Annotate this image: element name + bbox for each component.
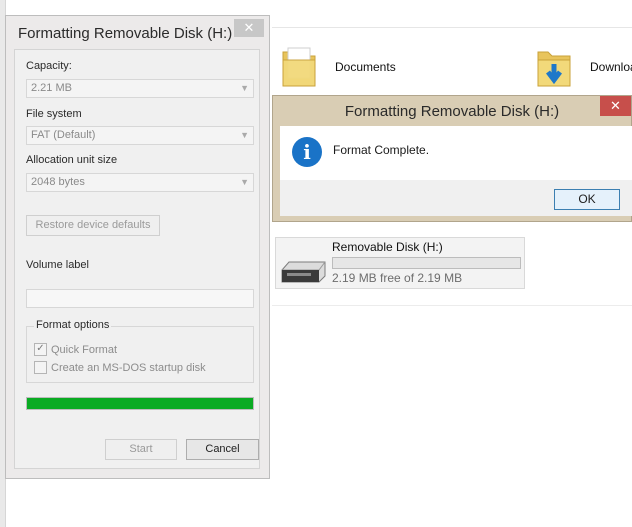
msdos-startup-label: Create an MS-DOS startup disk	[51, 361, 206, 374]
divider	[272, 27, 632, 28]
divider	[272, 305, 632, 306]
close-button[interactable]: ✕	[234, 19, 264, 37]
allocation-label: Allocation unit size	[26, 154, 118, 166]
filesystem-value: FAT (Default)	[31, 129, 96, 141]
capacity-value: 2.21 MB	[31, 82, 72, 94]
filesystem-select: FAT (Default) ▼	[26, 126, 254, 145]
folder-label: Documents	[335, 60, 396, 74]
quick-format-label: Quick Format	[51, 343, 118, 356]
format-options-label: Format options	[34, 319, 112, 331]
volume-label: Volume label	[26, 259, 89, 271]
volume-label-input[interactable]	[26, 289, 254, 308]
cancel-button[interactable]: Cancel	[186, 439, 259, 460]
progress-fill	[27, 398, 253, 409]
drive-free-space: 2.19 MB free of 2.19 MB	[332, 271, 463, 285]
usb-drive-icon	[279, 256, 329, 286]
quick-format-checkbox[interactable]: ✓	[34, 343, 47, 356]
message-dialog-body: i Format Complete.	[280, 126, 632, 180]
format-dialog-body: Capacity: 2.21 MB ▼ File system FAT (Def…	[14, 49, 260, 469]
close-button[interactable]: ✕	[600, 96, 631, 116]
capacity-label: Capacity:	[26, 60, 72, 72]
format-dialog: Formatting Removable Disk (H:) ✕ Capacit…	[5, 15, 270, 479]
drive-name: Removable Disk (H:)	[332, 240, 443, 254]
format-dialog-titlebar[interactable]: Formatting Removable Disk (H:) ✕	[6, 16, 269, 50]
close-icon: ✕	[243, 20, 255, 35]
start-button[interactable]: Start	[105, 439, 177, 460]
folder-item-downloads[interactable]: Downloa	[534, 44, 632, 90]
drive-usage-bar	[332, 257, 521, 269]
info-icon: i	[292, 137, 322, 167]
ok-button[interactable]: OK	[554, 189, 620, 210]
format-options-group: Format options ✓ Quick Format Create an …	[26, 319, 254, 383]
format-dialog-title: Formatting Removable Disk (H:)	[18, 25, 233, 42]
message-dialog-title: Formatting Removable Disk (H:)	[344, 103, 560, 120]
format-progress-bar	[26, 397, 254, 410]
message-dialog-footer: OK	[280, 180, 632, 216]
msdos-startup-checkbox[interactable]	[34, 361, 47, 374]
drive-item-removable-disk[interactable]: Removable Disk (H:) 2.19 MB free of 2.19…	[275, 237, 525, 289]
downloads-folder-icon	[534, 44, 574, 90]
chevron-down-icon: ▼	[240, 177, 249, 187]
folder-item-documents[interactable]: Documents	[279, 44, 396, 90]
allocation-select: 2048 bytes ▼	[26, 173, 254, 192]
restore-defaults-button[interactable]: Restore device defaults	[26, 215, 160, 236]
folder-label: Downloa	[590, 60, 632, 74]
allocation-value: 2048 bytes	[31, 176, 85, 188]
folder-icon	[279, 44, 319, 90]
close-icon: ✕	[610, 98, 621, 113]
chevron-down-icon: ▼	[240, 83, 249, 93]
msdos-startup-option[interactable]: Create an MS-DOS startup disk	[34, 361, 206, 374]
filesystem-label: File system	[26, 108, 82, 120]
chevron-down-icon: ▼	[240, 130, 249, 140]
format-complete-dialog: Formatting Removable Disk (H:) ✕ i Forma…	[272, 95, 632, 222]
message-text: Format Complete.	[333, 143, 430, 157]
capacity-select: 2.21 MB ▼	[26, 79, 254, 98]
quick-format-option[interactable]: ✓ Quick Format	[34, 343, 117, 356]
